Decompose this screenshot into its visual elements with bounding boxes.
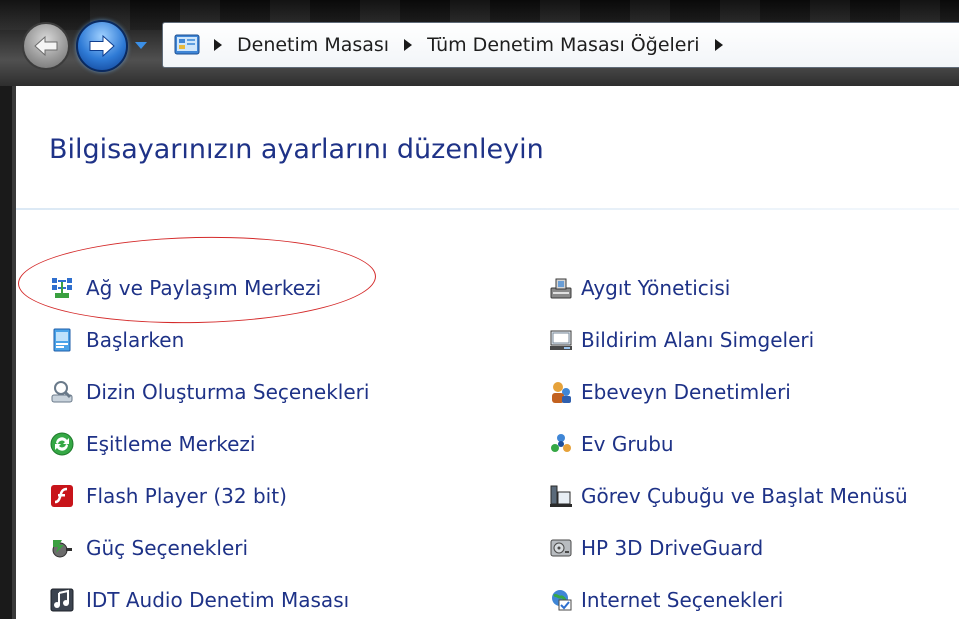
device-manager-icon: [550, 278, 572, 299]
item-label[interactable]: Ev Grubu: [581, 432, 674, 456]
title-divider: [16, 208, 959, 210]
item-label[interactable]: Eşitleme Merkezi: [86, 432, 255, 456]
hp-driveguard-icon: [550, 539, 572, 557]
breadcrumb-item-control-panel[interactable]: Denetim Masası: [237, 34, 389, 56]
item-label[interactable]: Bildirim Alanı Simgeleri: [581, 328, 814, 352]
item-label[interactable]: Aygıt Yöneticisi: [581, 276, 730, 300]
item-label[interactable]: Dizin Oluşturma Seçenekleri: [86, 380, 369, 404]
flash-player-icon: [51, 485, 73, 507]
breadcrumb-arrow-icon[interactable]: [213, 39, 223, 51]
homegroup-icon: [551, 434, 571, 452]
control-panel-content: Bilgisayarınızın ayarlarını düzenleyin A…: [16, 86, 959, 619]
item-homegroup[interactable]: Ev Grubu: [549, 429, 674, 459]
control-panel-icon: [174, 34, 200, 55]
breadcrumb-arrow-icon[interactable]: [714, 39, 724, 51]
page-title: Bilgisayarınızın ayarlarını düzenleyin: [49, 134, 544, 165]
item-idt-audio[interactable]: IDT Audio Denetim Masası: [50, 585, 349, 615]
internet-options-icon: [552, 590, 572, 611]
notification-icons-icon: [550, 330, 572, 350]
item-label[interactable]: IDT Audio Denetim Masası: [86, 588, 349, 612]
indexing-options-icon: [51, 381, 73, 403]
breadcrumb-item-all-items[interactable]: Tüm Denetim Masası Öğeleri: [427, 34, 699, 56]
item-taskbar-start-menu[interactable]: Görev Çubuğu ve Başlat Menüsü: [549, 481, 908, 511]
item-flash-player[interactable]: Flash Player (32 bit): [50, 481, 287, 511]
forward-button[interactable]: [76, 20, 128, 72]
idt-audio-icon: [50, 588, 74, 612]
back-button[interactable]: [22, 22, 70, 70]
item-parental-controls[interactable]: Ebeveyn Denetimleri: [549, 377, 791, 407]
item-label[interactable]: Başlarken: [86, 328, 184, 352]
item-label[interactable]: Ebeveyn Denetimleri: [581, 380, 791, 404]
item-hp-driveguard[interactable]: HP 3D DriveGuard: [549, 533, 763, 563]
chevron-down-icon: [135, 42, 147, 49]
item-label[interactable]: HP 3D DriveGuard: [581, 536, 763, 560]
back-arrow-icon: [34, 35, 58, 57]
item-sync-center[interactable]: Eşitleme Merkezi: [50, 429, 255, 459]
item-device-manager[interactable]: Aygıt Yöneticisi: [549, 273, 730, 303]
parental-controls-icon: [552, 382, 571, 403]
address-bar[interactable]: Denetim Masası Tüm Denetim Masası Öğeler…: [162, 22, 959, 68]
item-label[interactable]: Internet Seçenekleri: [581, 588, 783, 612]
item-label[interactable]: Flash Player (32 bit): [86, 484, 287, 508]
sync-center-icon: [50, 432, 74, 456]
power-options-icon: [52, 540, 72, 558]
item-power-options[interactable]: Güç Seçenekleri: [50, 533, 248, 563]
item-label[interactable]: Görev Çubuğu ve Başlat Menüsü: [581, 484, 908, 508]
item-getting-started[interactable]: Başlarken: [50, 325, 184, 355]
forward-arrow-icon: [89, 34, 115, 58]
item-label[interactable]: Güç Seçenekleri: [86, 536, 248, 560]
item-internet-options[interactable]: Internet Seçenekleri: [549, 585, 783, 615]
taskbar-start-menu-icon: [550, 485, 572, 507]
item-notification-area-icons[interactable]: Bildirim Alanı Simgeleri: [549, 325, 814, 355]
recent-pages-button[interactable]: [134, 40, 148, 52]
item-indexing-options[interactable]: Dizin Oluşturma Seçenekleri: [50, 377, 369, 407]
breadcrumb-arrow-icon[interactable]: [403, 39, 413, 51]
getting-started-icon: [53, 328, 71, 352]
